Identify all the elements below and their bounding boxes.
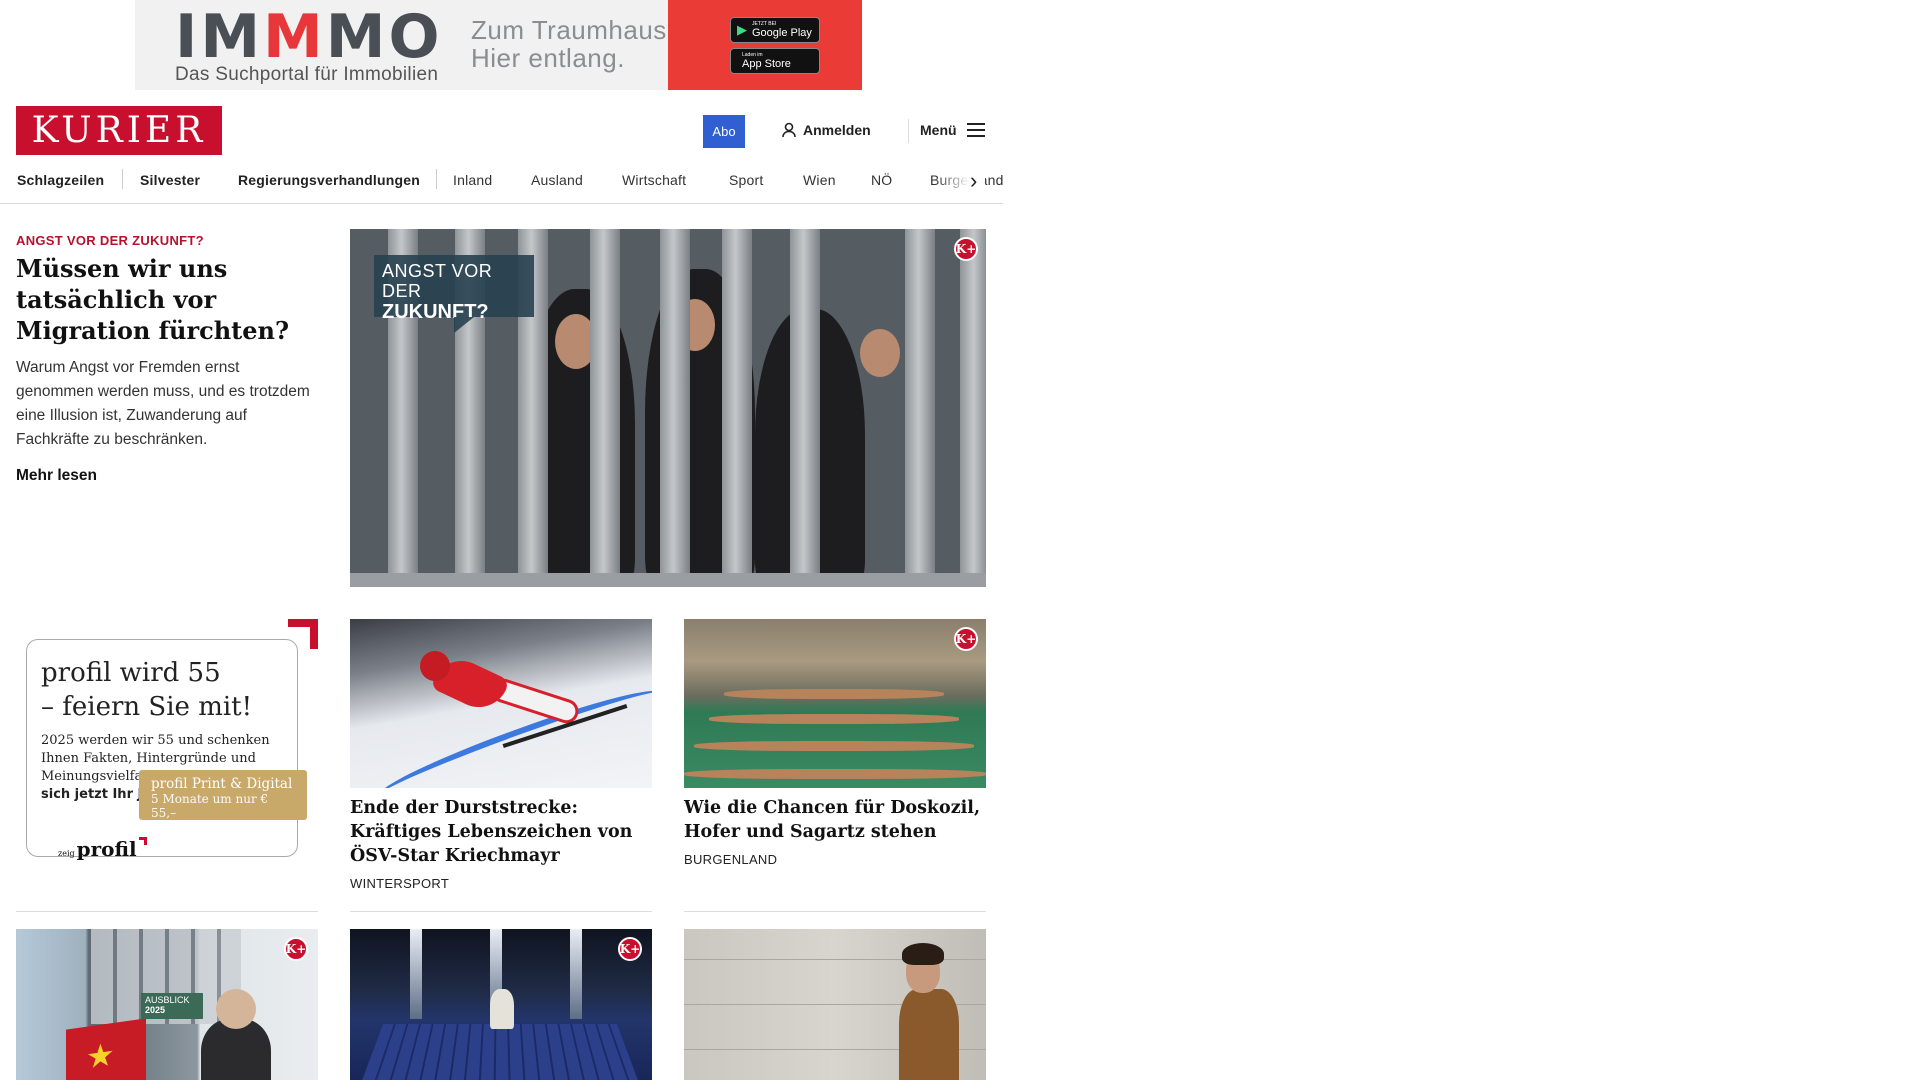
image-label-tail (454, 317, 474, 333)
kurier-logo[interactable]: KURIER (16, 106, 222, 155)
play-icon: ▶ (737, 22, 747, 37)
nav-fade (935, 166, 985, 202)
nav-item-inland[interactable]: Inland (453, 172, 492, 188)
lead-image[interactable]: ANGST VOR DER ZUKUNFT? K+ (350, 229, 986, 587)
profil-offer-title: profil Print & Digital (151, 776, 293, 792)
app-store-label: App Store (742, 57, 791, 70)
fence-bar (790, 229, 820, 587)
row-divider (684, 911, 986, 912)
ad-store-panel: ▶ JETZT BEI Google Play Laden im App Store (668, 0, 862, 90)
light-beam (570, 929, 582, 1019)
hamburger-icon (966, 123, 985, 137)
desk-row (709, 714, 959, 724)
figure-face (860, 329, 900, 377)
immmo-logo: IMMMO (175, 2, 443, 72)
person-coat (899, 989, 959, 1080)
nav-item-noe[interactable]: NÖ (871, 172, 892, 188)
menu-label: Menü (920, 122, 957, 138)
profil-logo-mark (138, 837, 147, 845)
profil-offer-price: 5 Monate um nur € 55,– (151, 792, 269, 820)
fence-bar (905, 229, 935, 587)
kplus-badge: K+ (954, 237, 978, 261)
desk-row (684, 769, 986, 779)
fence-rail (350, 573, 986, 587)
ad-slogan: Zum Traumhaus? Hier entlang. (471, 16, 682, 72)
lead-kicker: ANGST VOR DER ZUKUNFT? (16, 233, 204, 248)
login-label: Anmelden (803, 122, 871, 138)
lead-title[interactable]: Müssen wir uns tatsäch­lich vor Migratio… (16, 253, 316, 346)
google-play-label: Google Play (752, 26, 812, 39)
profil-headline: profil wird 55 – feiern Sie mit! (41, 656, 283, 724)
nav-separator (436, 169, 437, 189)
read-more-link[interactable]: Mehr lesen (16, 467, 97, 485)
ad-slogan-line1: Zum Traumhaus? (471, 15, 682, 45)
person-hair (902, 943, 944, 965)
article-title[interactable]: Wie die Chancen für Doskozil, Ho­fer und… (684, 796, 986, 844)
article-image-economy[interactable]: AUSBLICK2025 K+ (16, 929, 318, 1080)
outlook-tag-line2: 2025 (145, 1005, 166, 1015)
nav-item-silvester[interactable]: Silvester (140, 172, 200, 188)
section-nav: Schlagzeilen Silvester Regierungsverhand… (0, 166, 1003, 204)
ad-slogan-line2: Hier entlang. (471, 43, 625, 73)
nav-item-sport[interactable]: Sport (729, 172, 763, 188)
light-beam (410, 929, 422, 1019)
profil-headline-line2: – feiern Sie mit! (41, 692, 253, 722)
nav-item-ausland[interactable]: Ausland (531, 172, 583, 188)
kplus-badge: K+ (618, 937, 642, 961)
profil-ad[interactable]: profil wird 55 – feiern Sie mit! 2025 we… (16, 619, 318, 864)
profil-card: profil wird 55 – feiern Sie mit! 2025 we… (26, 639, 298, 857)
menu-button[interactable]: Menü (920, 122, 985, 138)
profil-logo: zeig profil (58, 837, 147, 861)
nav-item-wien[interactable]: Wien (803, 172, 836, 188)
header-divider (908, 119, 909, 143)
lead-teaser: Warum Angst vor Fremden ernst genommen w… (16, 359, 310, 448)
nav-separator (122, 169, 123, 189)
outlook-tag: AUSBLICK 2025 (141, 993, 203, 1019)
article-category[interactable]: WINTERSPORT (350, 876, 449, 891)
profil-headline-line1: profil wird 55 (41, 658, 221, 688)
fence-bar (590, 229, 620, 587)
row-divider (350, 911, 652, 912)
article-image-solar[interactable]: K+ (350, 929, 652, 1080)
profil-logo-text: profil (76, 837, 137, 861)
user-icon (782, 122, 796, 138)
nav-item-wirtschaft[interactable]: Wirtschaft (622, 172, 686, 188)
nav-item-regierungsverhandlungen[interactable]: Regierungsverhandlungen (238, 172, 420, 188)
kplus-badge: K+ (284, 937, 308, 961)
image-label-line1: ANGST VOR DER (382, 261, 493, 301)
fence-bar (960, 229, 986, 587)
person-face (216, 989, 256, 1029)
china-flag (66, 1018, 146, 1080)
article-category[interactable]: BURGENLAND (684, 852, 777, 867)
kplus-badge: K+ (954, 627, 978, 651)
outlook-tag-line1: AUSBLICK (145, 995, 190, 1005)
immmo-ad-banner[interactable]: IMMMO Das Suchportal für Immobilien Zum … (135, 0, 862, 90)
google-play-button[interactable]: ▶ JETZT BEI Google Play (730, 17, 820, 43)
desk-row (724, 689, 944, 699)
nav-item-schlagzeilen[interactable]: Schlagzeilen (17, 172, 104, 188)
app-store-button[interactable]: Laden im App Store (730, 48, 820, 74)
abo-button[interactable]: Abo (703, 115, 745, 148)
article-image-ski[interactable] (350, 619, 652, 788)
solar-panel (353, 1023, 647, 1080)
fence-bar (660, 229, 690, 587)
fence-bar (722, 229, 752, 587)
login-button[interactable]: Anmelden (782, 122, 871, 138)
article-image-parliament[interactable]: K+ (684, 619, 986, 788)
image-label: ANGST VOR DER ZUKUNFT? (374, 255, 534, 323)
desk-row (694, 741, 974, 751)
skier-helmet (420, 651, 450, 681)
profil-logo-small: zeig (58, 849, 75, 858)
article-image-portrait[interactable] (684, 929, 986, 1080)
person-shape (490, 989, 514, 1029)
row-divider (16, 911, 318, 912)
profil-offer-badge[interactable]: profil Print & Digital 5 Monate um nur €… (139, 770, 307, 820)
chevron-right-icon[interactable]: › (970, 168, 977, 194)
article-title[interactable]: Ende der Durststrecke: Kräftiges Lebensz… (350, 796, 652, 868)
ad-tagline: Das Suchportal für Immobilien (175, 64, 439, 85)
